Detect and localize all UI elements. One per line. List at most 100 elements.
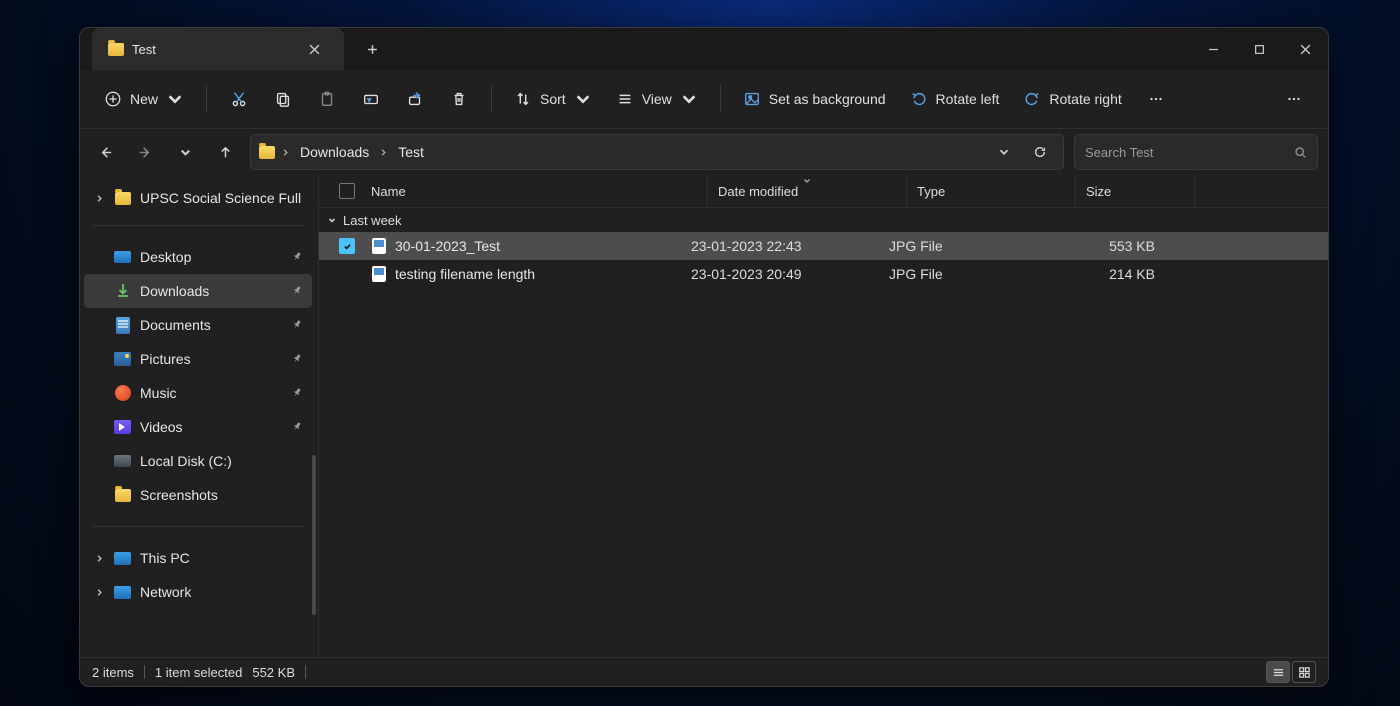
cut-button[interactable] (219, 81, 259, 117)
sidebar-item-label: Pictures (140, 351, 191, 367)
sidebar-item-pictures[interactable]: Pictures (84, 342, 312, 376)
close-window-button[interactable] (1282, 28, 1328, 70)
nav-forward-button[interactable] (130, 137, 160, 167)
sidebar-item-label: This PC (140, 550, 190, 566)
group-header[interactable]: Last week (319, 208, 1328, 232)
download-icon (115, 282, 131, 301)
breadcrumb-item[interactable]: Downloads (296, 141, 373, 163)
column-headers: Name Date modified Type Size (319, 175, 1328, 208)
select-all-checkbox[interactable] (339, 183, 355, 199)
sidebar-item-label: Screenshots (140, 487, 218, 503)
new-label: New (130, 91, 158, 107)
image-file-icon (372, 266, 386, 282)
folder-icon (115, 192, 131, 205)
rotate-left-button[interactable]: Rotate left (900, 81, 1010, 117)
status-selected-size: 552 KB (252, 665, 295, 680)
sidebar-item-label: Desktop (140, 249, 191, 265)
address-bar[interactable]: Downloads Test (250, 134, 1064, 170)
more-button-1[interactable] (1136, 81, 1176, 117)
file-row[interactable]: testing filename length23-01-2023 20:49J… (319, 260, 1328, 288)
sidebar-item-music[interactable]: Music (84, 376, 312, 410)
breadcrumb-item[interactable]: Test (394, 141, 428, 163)
search-input[interactable]: Search Test (1074, 134, 1318, 170)
copy-button[interactable] (263, 81, 303, 117)
more-button-2[interactable] (1274, 81, 1314, 117)
sidebar-bottom-list: This PC Network (84, 537, 312, 613)
toolbar: New Sort View Set as background Rotate l… (80, 70, 1328, 129)
rename-button[interactable] (351, 81, 391, 117)
rotate-right-icon (1023, 90, 1041, 108)
thumbnails-view-button[interactable] (1292, 661, 1316, 683)
delete-button[interactable] (439, 81, 479, 117)
chevron-down-icon (574, 90, 592, 108)
status-bar: 2 items 1 item selected 552 KB (80, 657, 1328, 686)
column-header-type[interactable]: Type (907, 175, 1076, 207)
details-view-button[interactable] (1266, 661, 1290, 683)
title-bar: Test (80, 28, 1328, 70)
row-checkbox[interactable] (339, 238, 355, 254)
sidebar-item-upsc[interactable]: UPSC Social Science Full (84, 181, 312, 215)
file-date: 23-01-2023 22:43 (681, 238, 879, 254)
refresh-button[interactable] (1025, 137, 1055, 167)
sidebar-scrollbar[interactable] (312, 455, 316, 615)
quick-access-list: Desktop Downloads Documents Pictures Music Vi… (84, 236, 312, 516)
close-tab-button[interactable] (300, 35, 328, 63)
minimize-button[interactable] (1190, 28, 1236, 70)
view-label: View (642, 91, 672, 107)
sidebar-item-label: Music (140, 385, 177, 401)
sidebar-item-local-disk-c-[interactable]: Local Disk (C:) (84, 444, 312, 478)
pin-icon (291, 283, 302, 299)
chevron-right-icon (92, 550, 106, 566)
sidebar-item-label: Videos (140, 419, 183, 435)
pc-icon (114, 552, 131, 565)
pin-icon (291, 351, 302, 367)
nav-recent-button[interactable] (170, 137, 200, 167)
desktop-icon (114, 251, 131, 263)
sidebar-item-desktop[interactable]: Desktop (84, 240, 312, 274)
tab-title: Test (132, 42, 292, 57)
column-header-size[interactable]: Size (1076, 175, 1195, 207)
sidebar-item-label: UPSC Social Science Full (140, 190, 301, 206)
window-tab[interactable]: Test (92, 28, 344, 70)
rotate-right-button[interactable]: Rotate right (1013, 81, 1131, 117)
chevron-right-icon (281, 144, 290, 160)
file-rows: 30-01-2023_Test23-01-2023 22:43JPG File5… (319, 232, 1328, 288)
paste-button[interactable] (307, 81, 347, 117)
document-icon (116, 317, 130, 334)
chevron-down-icon (680, 90, 698, 108)
address-dropdown-button[interactable] (989, 137, 1019, 167)
music-icon (115, 385, 131, 401)
view-button[interactable]: View (606, 81, 708, 117)
group-label: Last week (343, 213, 402, 228)
address-row: Downloads Test Search Test (80, 129, 1328, 175)
set-background-button[interactable]: Set as background (733, 81, 896, 117)
sort-button[interactable]: Sort (504, 81, 602, 117)
sidebar-item-downloads[interactable]: Downloads (84, 274, 312, 308)
chevron-right-icon (92, 584, 106, 600)
share-button[interactable] (395, 81, 435, 117)
sidebar-item-videos[interactable]: Videos (84, 410, 312, 444)
sidebar-item-label: Network (140, 584, 191, 600)
sidebar-item-label: Documents (140, 317, 211, 333)
file-list-pane: Name Date modified Type Size Last week 3… (319, 175, 1328, 657)
column-header-name[interactable]: Name (361, 175, 708, 207)
maximize-button[interactable] (1236, 28, 1282, 70)
file-row[interactable]: 30-01-2023_Test23-01-2023 22:43JPG File5… (319, 232, 1328, 260)
column-header-date[interactable]: Date modified (708, 175, 907, 207)
chevron-down-icon (166, 90, 184, 108)
search-placeholder: Search Test (1085, 145, 1294, 160)
sidebar-item-this-pc[interactable]: This PC (84, 541, 312, 575)
sidebar-item-documents[interactable]: Documents (84, 308, 312, 342)
nav-back-button[interactable] (90, 137, 120, 167)
file-type: JPG File (879, 238, 1047, 254)
sidebar-item-network[interactable]: Network (84, 575, 312, 609)
sidebar-item-label: Local Disk (C:) (140, 453, 232, 469)
new-button[interactable]: New (94, 81, 194, 117)
nav-up-button[interactable] (210, 137, 240, 167)
picture-icon (114, 352, 131, 366)
chevron-right-icon (379, 144, 388, 160)
video-icon (114, 420, 131, 434)
sidebar-item-screenshots[interactable]: Screenshots (84, 478, 312, 512)
new-tab-button[interactable] (358, 35, 386, 63)
file-size: 214 KB (1047, 266, 1165, 282)
